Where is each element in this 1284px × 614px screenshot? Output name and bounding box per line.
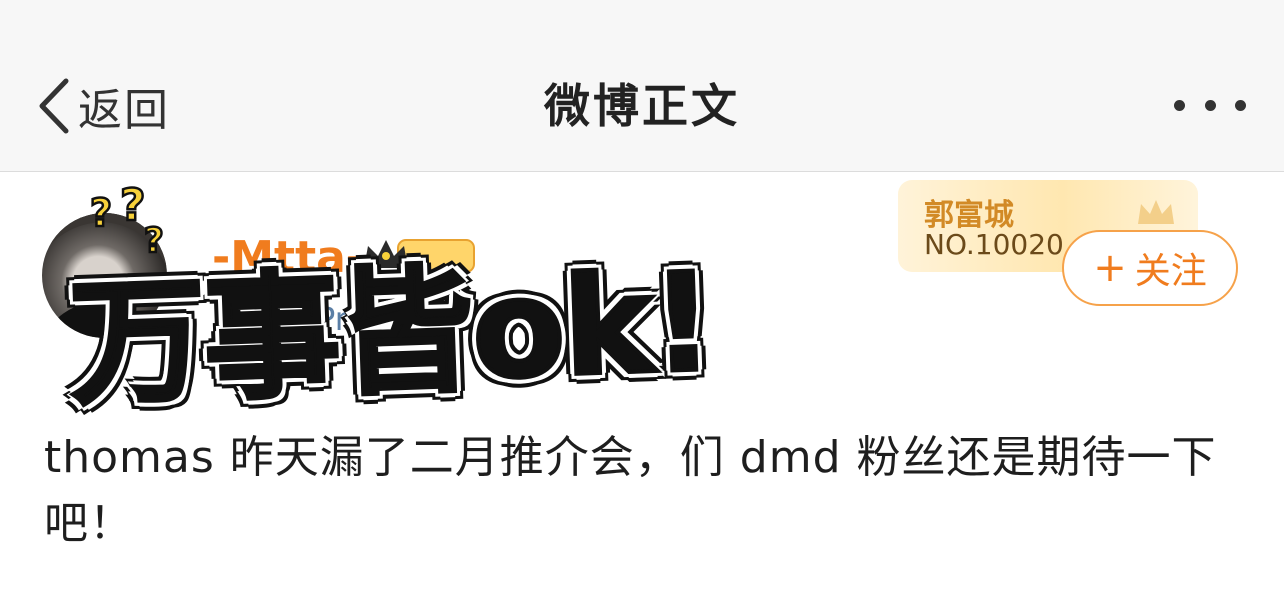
- top-navigation-bar: 返回 微博正文: [0, 0, 1284, 172]
- crown-icon: [1138, 200, 1174, 224]
- svg-text:?: ?: [120, 186, 146, 231]
- post-text: thomas 昨天漏了二月推介会，们 dmd 粉丝还是期待一下吧！: [44, 432, 1217, 549]
- svg-text:?: ?: [90, 191, 112, 235]
- follow-label: 关注: [1134, 251, 1207, 292]
- follow-button[interactable]: + 关注: [1062, 230, 1238, 306]
- page-title: 微博正文: [544, 79, 740, 133]
- plus-icon: +: [1093, 245, 1127, 291]
- fan-badge-number: NO.10020: [924, 228, 1064, 261]
- question-marks-icon: ? ? ?: [89, 186, 165, 258]
- more-dots-icon[interactable]: [1174, 90, 1246, 120]
- sticker-overlay: 万事皆ok!: [65, 242, 716, 426]
- svg-text:?: ?: [144, 221, 164, 258]
